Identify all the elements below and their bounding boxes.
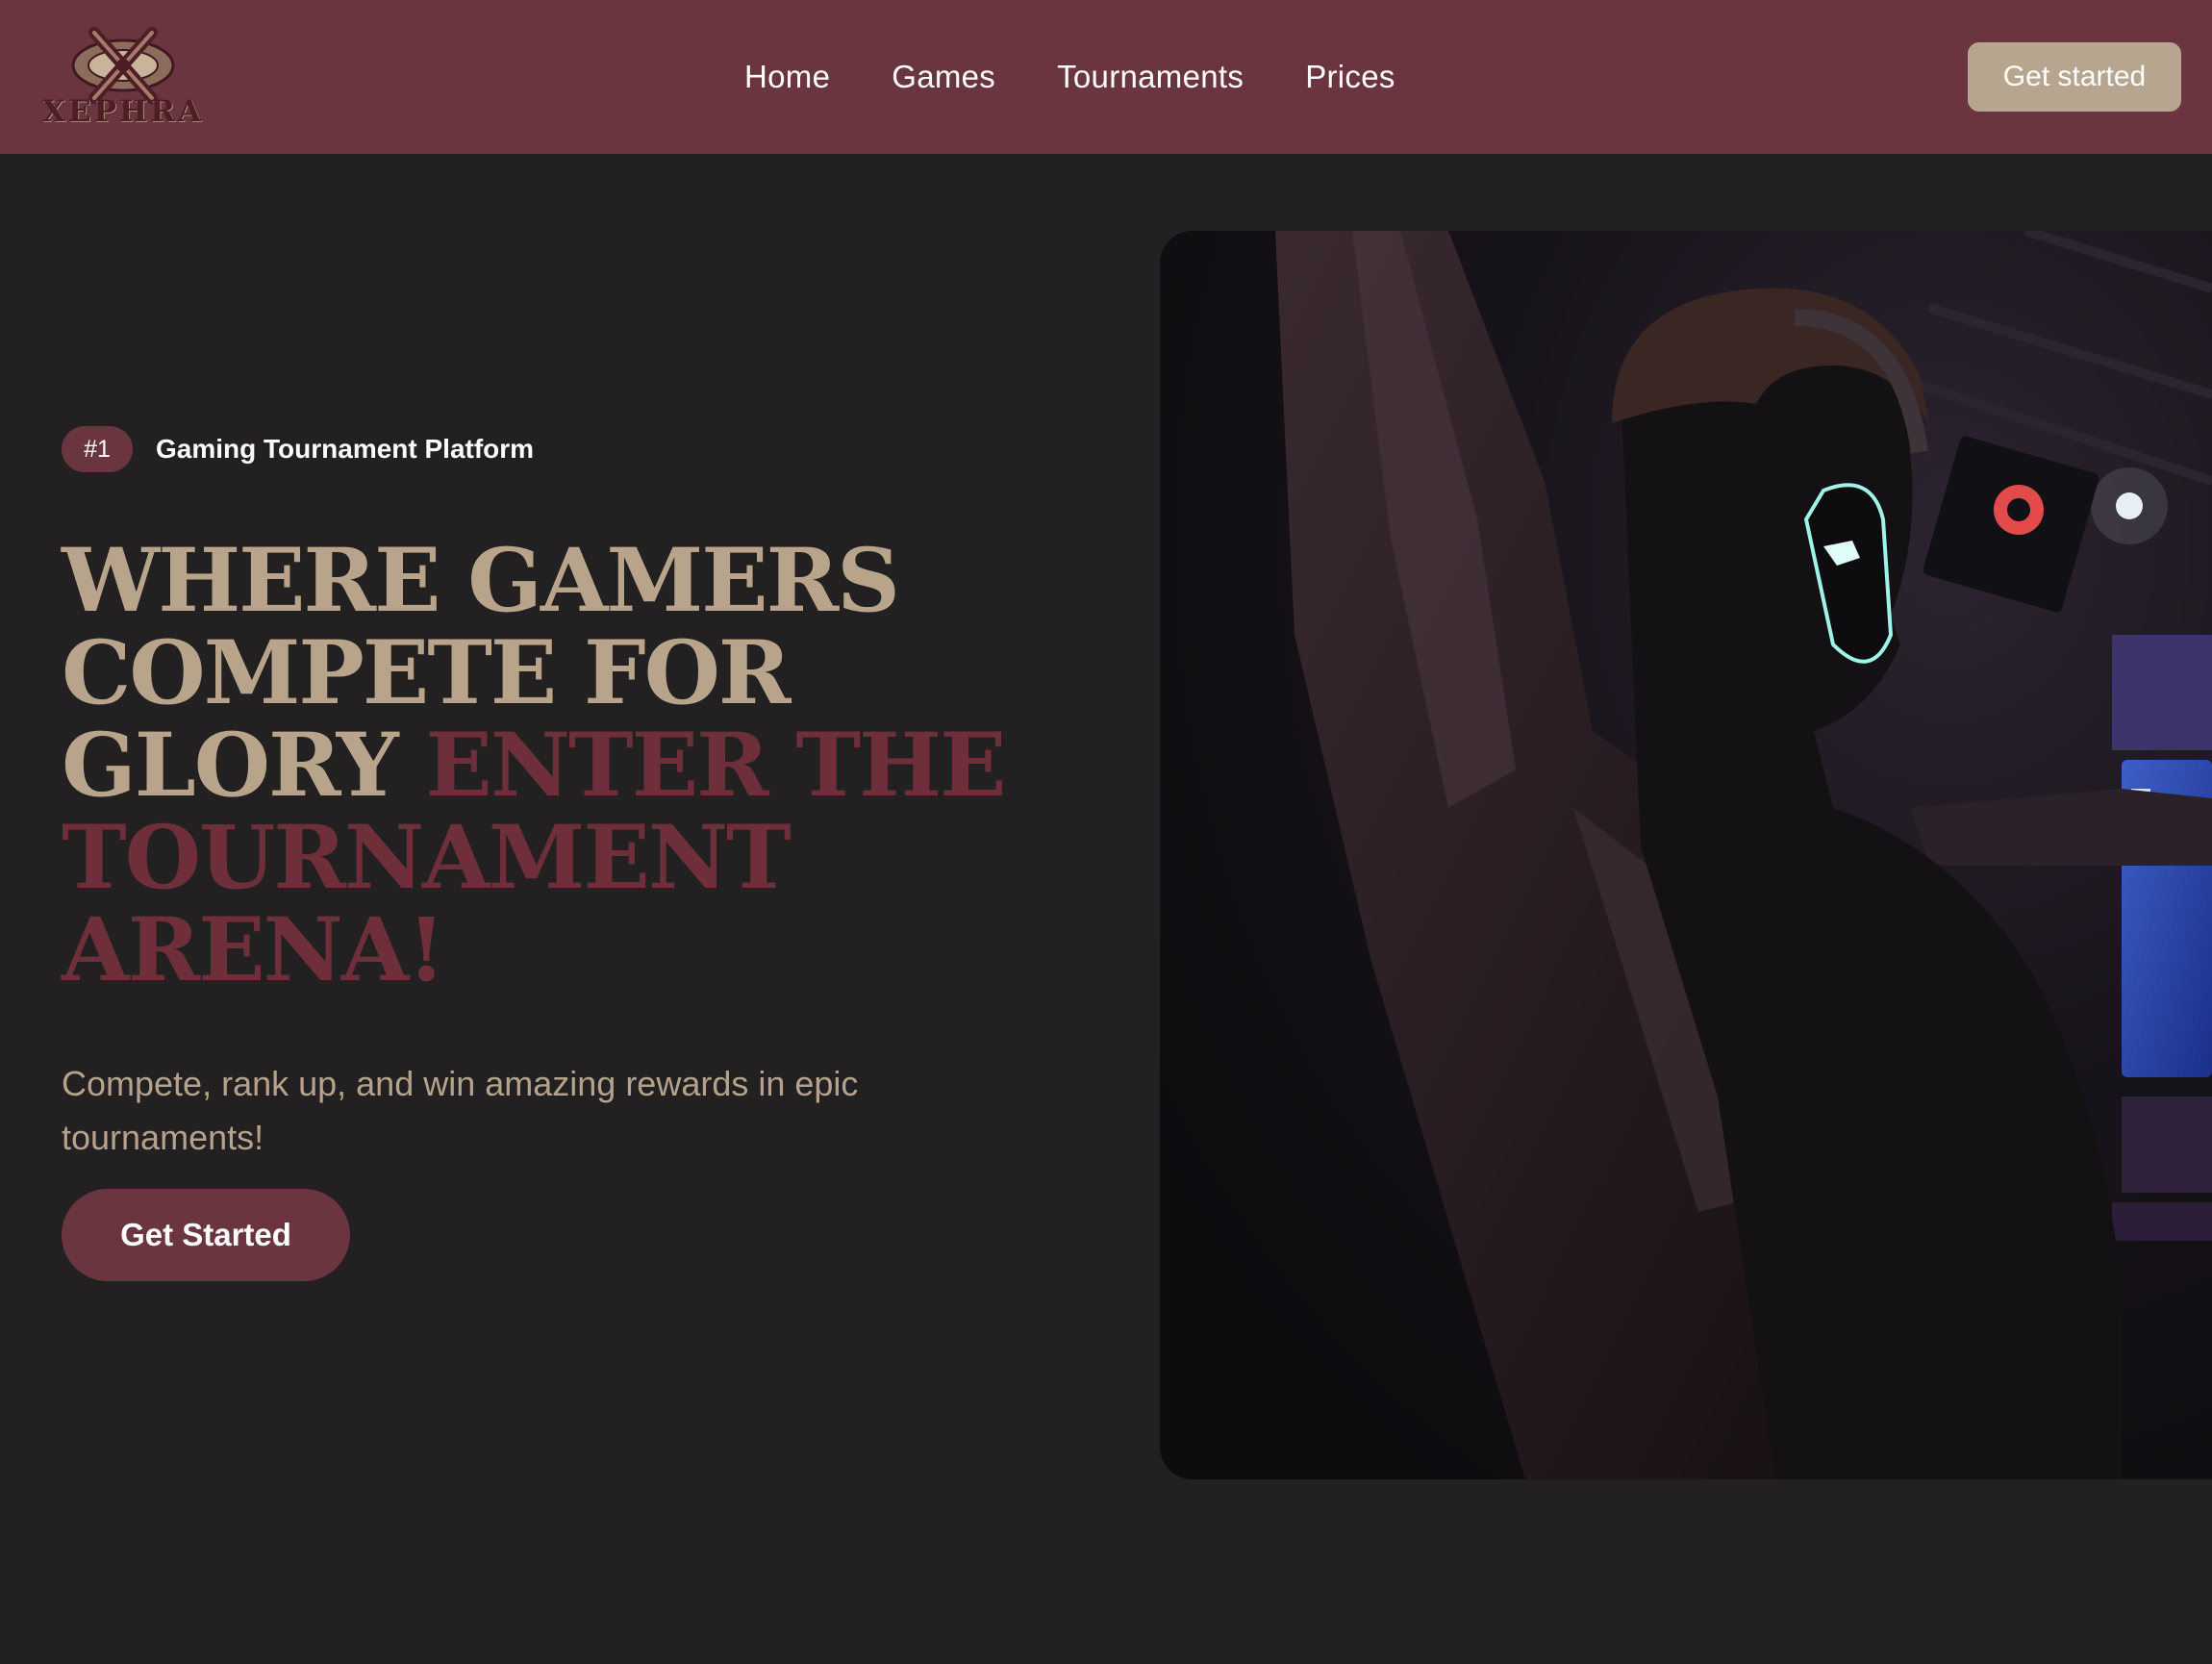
brand-name: XEPHRA: [41, 94, 205, 129]
nav-tournaments-link[interactable]: Tournaments: [1057, 59, 1244, 95]
top-navigation-bar: XEPHRA Home Games Tournaments Prices Get…: [0, 0, 2212, 154]
hero-headline: WHERE GAMERS COMPETE FOR GLORY ENTER THE…: [62, 535, 1081, 996]
header-get-started-button[interactable]: Get started: [1968, 42, 2181, 112]
nav-prices-link[interactable]: Prices: [1305, 59, 1395, 95]
rank-badge: #1: [62, 426, 133, 472]
nav-games-link[interactable]: Games: [892, 59, 995, 95]
gamer-photo-illustration: [1160, 231, 2212, 1479]
brand-logo[interactable]: XEPHRA: [27, 27, 219, 131]
hero-badge-row: #1 Gaming Tournament Platform: [62, 426, 534, 472]
hero-get-started-button[interactable]: Get Started: [62, 1189, 350, 1281]
hero-subtext: Compete, rank up, and win amazing reward…: [62, 1064, 859, 1157]
crossed-swords-emblem-icon: [71, 27, 175, 104]
hero-gamer-image: [1160, 231, 2212, 1479]
nav-home-link[interactable]: Home: [744, 59, 830, 95]
badge-label: Gaming Tournament Platform: [156, 434, 535, 464]
main-nav: Home Games Tournaments Prices: [744, 54, 1395, 100]
